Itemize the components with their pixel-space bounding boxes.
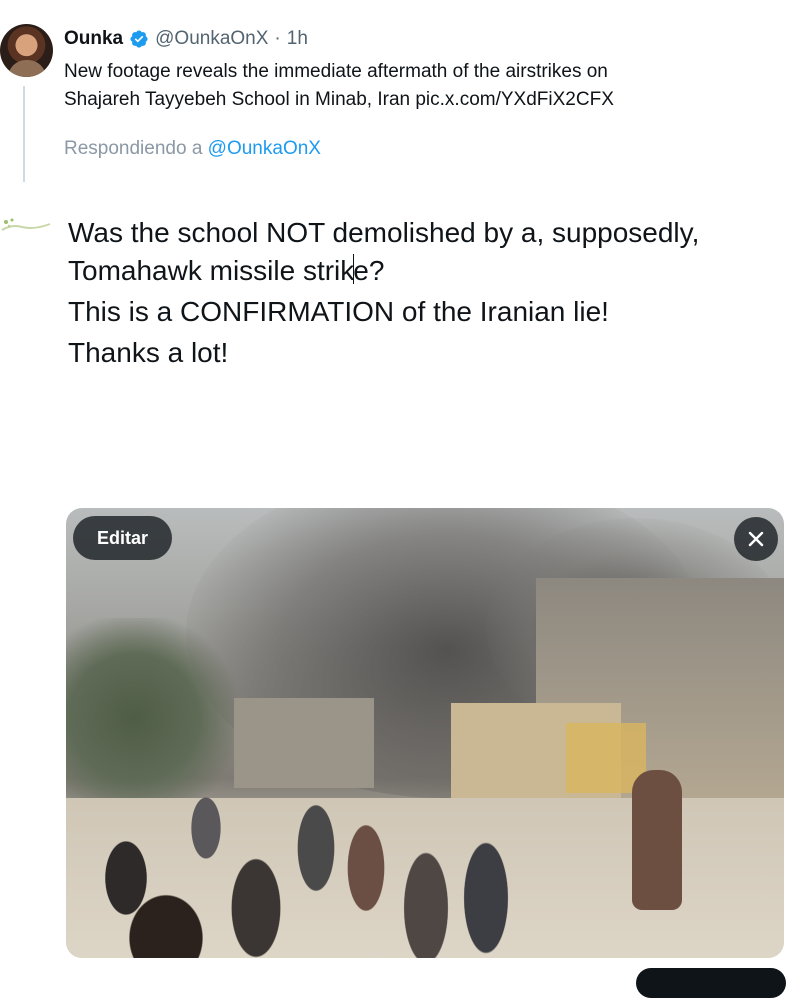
tweet-timestamp[interactable]: 1h	[287, 28, 308, 50]
verified-badge-icon	[130, 30, 148, 48]
edit-media-button[interactable]: Editar	[73, 516, 173, 560]
author-handle[interactable]: @OunkaOnX	[155, 28, 268, 50]
compose-line: This is a CONFIRMATION of the Iranian li…	[68, 296, 609, 327]
compose-text-before-caret: Tomahawk missile strik	[68, 255, 355, 286]
author-avatar[interactable]	[0, 24, 53, 77]
compose-textarea[interactable]: Was the school NOT demolished by a, supp…	[68, 214, 768, 372]
media-person	[632, 770, 682, 910]
quoted-tweet-header: Ounka @OunkaOnX · 1h	[64, 28, 308, 50]
attached-video-preview[interactable]: Editar	[66, 508, 784, 958]
remove-media-button[interactable]	[734, 517, 778, 561]
compose-line: Was the school NOT demolished by a, supp…	[68, 217, 700, 248]
header-separator: ·	[274, 28, 281, 49]
tweet-text-line: New footage reveals the immediate afterm…	[64, 61, 608, 82]
compose-text-after-caret: e?	[353, 255, 385, 286]
replying-to: Respondiendo a @OunkaOnX	[64, 138, 321, 160]
media-crowd	[66, 758, 536, 958]
quoted-tweet-text: New footage reveals the immediate afterm…	[64, 58, 764, 114]
author-name[interactable]: Ounka	[64, 28, 123, 50]
reply-button[interactable]	[636, 968, 786, 998]
replying-to-label: Respondiendo a	[64, 138, 203, 159]
thread-connector-line	[23, 86, 25, 182]
avatar-shirt	[8, 60, 46, 77]
replying-to-mention[interactable]: @OunkaOnX	[208, 138, 321, 159]
tweet-text-line: Shajareh Tayyebeh School in Minab, Iran …	[64, 89, 614, 110]
compose-line: Thanks a lot!	[68, 337, 229, 368]
compose-line: Tomahawk missile strike?	[68, 252, 768, 290]
close-icon	[748, 531, 764, 547]
user-avatar-icon[interactable]	[0, 210, 60, 238]
